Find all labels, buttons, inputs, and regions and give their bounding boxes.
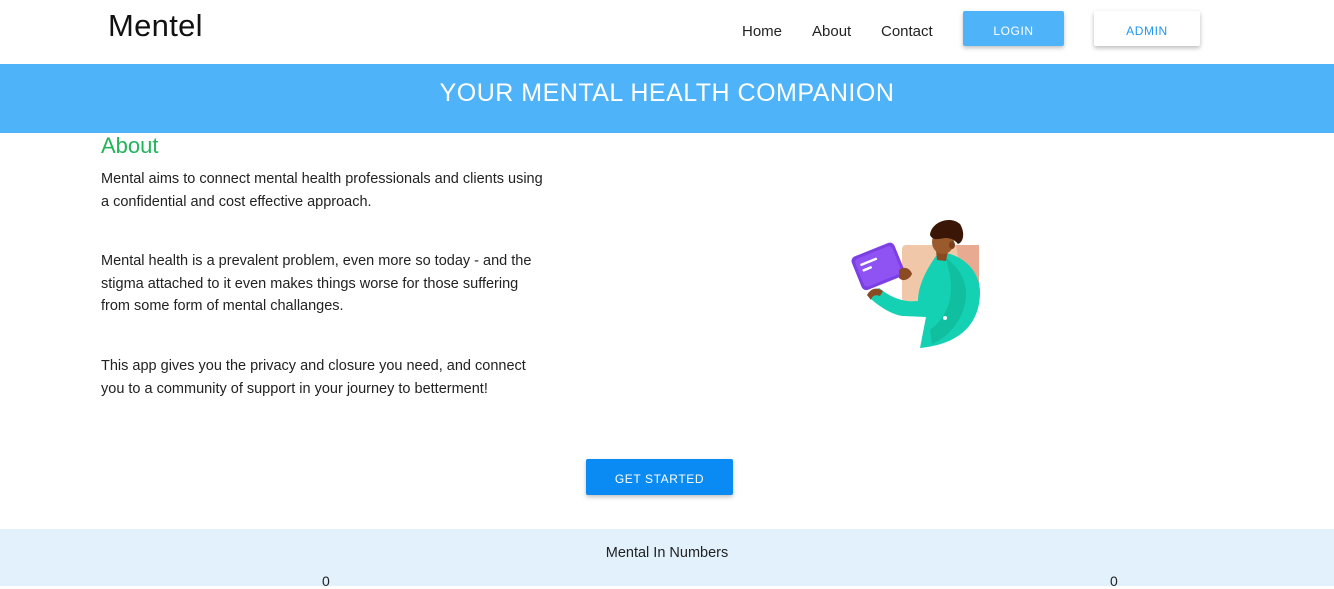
get-started-button[interactable]: GET STARTED: [586, 459, 733, 495]
login-button[interactable]: LOGIN: [963, 11, 1064, 46]
about-paragraph-2: Mental health is a prevalent problem, ev…: [101, 253, 532, 314]
numbers-section: Mental In Numbers 0 0: [0, 529, 1334, 589]
top-navbar: Mentel Home About Contact LOGIN ADMIN: [0, 0, 1334, 64]
hero-title: YOUR MENTAL HEALTH COMPANION: [439, 79, 895, 107]
stat-count-2: 0: [1110, 573, 1118, 589]
nav-link-contact[interactable]: Contact: [881, 23, 933, 40]
nav-link-about[interactable]: About: [812, 23, 851, 40]
stat-count-1: 0: [322, 573, 330, 589]
about-paragraph-1: Mental aims to connect mental health pro…: [101, 171, 543, 210]
nav-link-home[interactable]: Home: [742, 23, 782, 40]
about-heading: About: [101, 133, 159, 158]
numbers-title: Mental In Numbers: [605, 545, 729, 561]
person-holding-tablet-illustration: [851, 219, 980, 348]
about-paragraph-3: This app gives you the privacy and closu…: [101, 358, 526, 397]
hero-banner: YOUR MENTAL HEALTH COMPANION: [0, 64, 1334, 133]
brand-logo[interactable]: Mentel: [108, 8, 203, 44]
admin-button[interactable]: ADMIN: [1094, 11, 1200, 46]
